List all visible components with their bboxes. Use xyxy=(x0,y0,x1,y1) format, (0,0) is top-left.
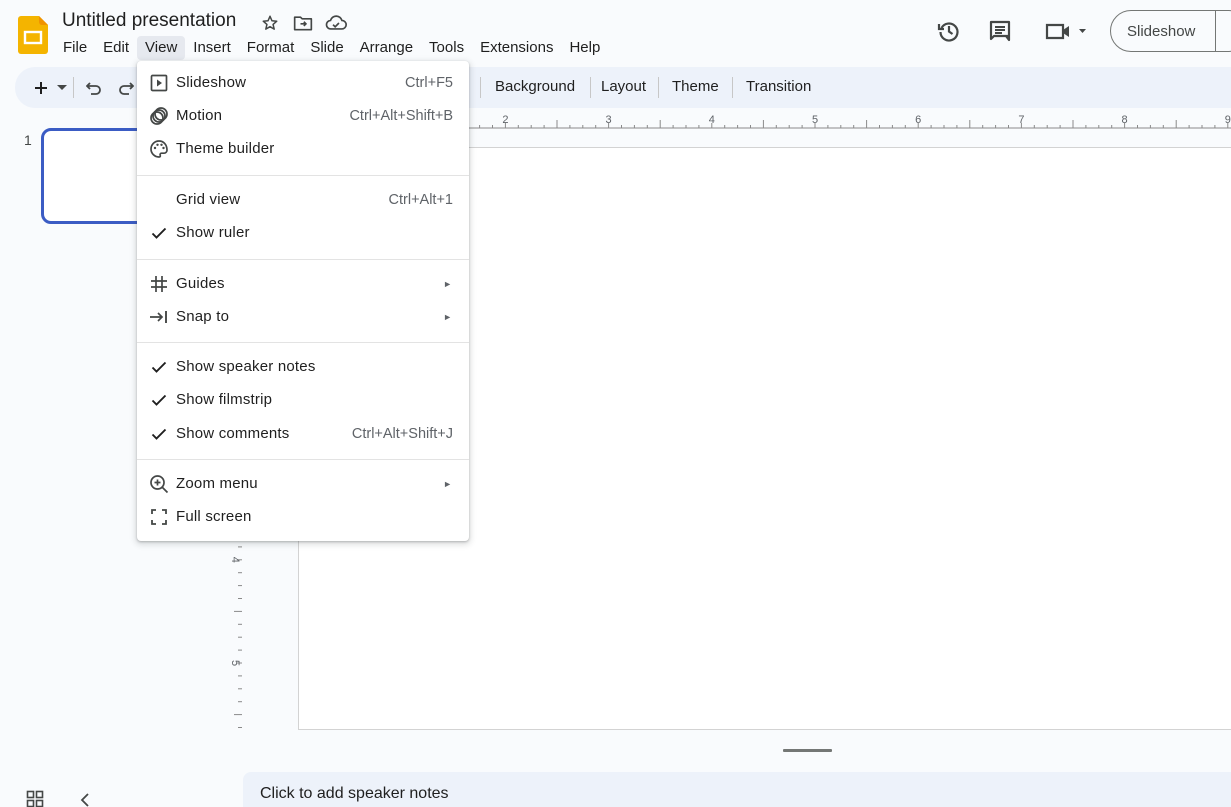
menu-item-slideshow[interactable]: Slideshow Ctrl+F5 xyxy=(137,66,469,99)
toolbar-divider xyxy=(480,77,481,98)
ruler-label: 5 xyxy=(229,660,241,666)
menu-divider xyxy=(137,175,469,176)
speaker-notes[interactable]: Click to add speaker notes xyxy=(243,772,1231,807)
checkmark-icon xyxy=(149,223,169,243)
ruler-label: 4 xyxy=(229,557,241,563)
menu-item-show-speaker-notes[interactable]: Show speaker notes xyxy=(137,350,469,383)
new-slide-dropdown-icon[interactable] xyxy=(55,75,69,101)
menu-item-motion[interactable]: Motion Ctrl+Alt+Shift+B xyxy=(137,99,469,132)
menu-help[interactable]: Help xyxy=(561,36,608,60)
menu-format[interactable]: Format xyxy=(239,36,303,60)
menu-divider xyxy=(137,342,469,343)
submenu-arrow-icon: ► xyxy=(443,311,452,322)
new-slide-icon[interactable] xyxy=(30,75,52,101)
layout-button[interactable]: Layout xyxy=(601,78,646,95)
fullscreen-icon xyxy=(149,507,169,527)
toolbar-divider xyxy=(590,77,591,98)
toolbar-divider xyxy=(732,77,733,98)
undo-icon[interactable] xyxy=(83,75,105,101)
menu-extensions[interactable]: Extensions xyxy=(472,36,561,60)
menu-slide[interactable]: Slide xyxy=(302,36,351,60)
guides-icon xyxy=(149,274,169,294)
speaker-notes-placeholder: Click to add speaker notes xyxy=(260,785,449,802)
ruler-label: 3 xyxy=(606,114,612,126)
menu-tools[interactable]: Tools xyxy=(421,36,472,60)
checkmark-icon xyxy=(149,424,169,444)
menu-file[interactable]: File xyxy=(55,36,95,60)
ruler-label: 2 xyxy=(502,114,508,126)
ruler-label: 9 xyxy=(1225,114,1231,126)
menu-item-grid-view[interactable]: Grid view Ctrl+Alt+1 xyxy=(137,183,469,216)
menu-view[interactable]: View xyxy=(137,36,186,60)
menu-divider xyxy=(137,259,469,260)
menu-item-zoom-menu[interactable]: Zoom menu ► xyxy=(137,467,469,500)
grid-view-icon[interactable] xyxy=(26,790,46,807)
menu-arrange[interactable]: Arrange xyxy=(352,36,421,60)
menu-item-snap-to[interactable]: Snap to ► xyxy=(137,300,469,333)
version-history-icon[interactable] xyxy=(934,16,964,46)
motion-icon xyxy=(149,106,169,126)
slideshow-icon xyxy=(149,73,169,93)
meet-icon[interactable] xyxy=(1042,16,1092,46)
view-menu: Slideshow Ctrl+F5 Motion Ctrl+Alt+Shift+… xyxy=(137,61,469,541)
ruler-label: 8 xyxy=(1122,114,1128,126)
slideshow-button-label: Slideshow xyxy=(1127,22,1196,40)
slideshow-button[interactable]: Slideshow xyxy=(1110,10,1231,52)
comments-icon[interactable] xyxy=(985,16,1015,46)
menu-item-theme-builder[interactable]: Theme builder xyxy=(137,132,469,165)
slides-logo[interactable] xyxy=(18,16,48,54)
checkmark-icon xyxy=(149,390,169,410)
menu-edit[interactable]: Edit xyxy=(95,36,137,60)
toolbar-divider xyxy=(658,77,659,98)
ruler-label: 5 xyxy=(812,114,818,126)
menu-divider xyxy=(137,459,469,460)
checkmark-icon xyxy=(149,357,169,377)
collapse-filmstrip-icon[interactable] xyxy=(78,791,94,807)
menu-item-full-screen[interactable]: Full screen xyxy=(137,500,469,533)
ruler-label: 6 xyxy=(915,114,921,126)
menu-item-show-filmstrip[interactable]: Show filmstrip xyxy=(137,383,469,416)
slide-number: 1 xyxy=(24,132,32,148)
menu-item-show-comments[interactable]: Show comments Ctrl+Alt+Shift+J xyxy=(137,417,469,450)
notes-resize-handle[interactable] xyxy=(783,749,832,752)
ruler-label: 4 xyxy=(709,114,715,126)
slideshow-split-divider xyxy=(1215,11,1216,51)
submenu-arrow-icon: ► xyxy=(443,278,452,289)
document-title[interactable]: Untitled presentation xyxy=(62,10,236,32)
transition-button[interactable]: Transition xyxy=(746,78,811,95)
menu-insert[interactable]: Insert xyxy=(185,36,239,60)
redo-icon[interactable] xyxy=(115,75,137,101)
background-button[interactable]: Background xyxy=(495,78,575,95)
star-icon[interactable] xyxy=(259,12,281,34)
zoom-in-icon xyxy=(149,474,169,494)
toolbar-divider xyxy=(73,77,74,98)
snap-icon xyxy=(149,307,169,327)
ruler-label: 7 xyxy=(1018,114,1024,126)
menu-item-show-ruler[interactable]: Show ruler xyxy=(137,216,469,249)
menu-item-guides[interactable]: Guides ► xyxy=(137,267,469,300)
theme-button[interactable]: Theme xyxy=(672,78,719,95)
move-folder-icon[interactable] xyxy=(292,12,314,34)
menu-bar: File Edit View Insert Format Slide Arran… xyxy=(55,36,608,60)
submenu-arrow-icon: ► xyxy=(443,478,452,489)
palette-icon xyxy=(149,139,169,159)
cloud-saved-icon[interactable] xyxy=(325,12,347,34)
